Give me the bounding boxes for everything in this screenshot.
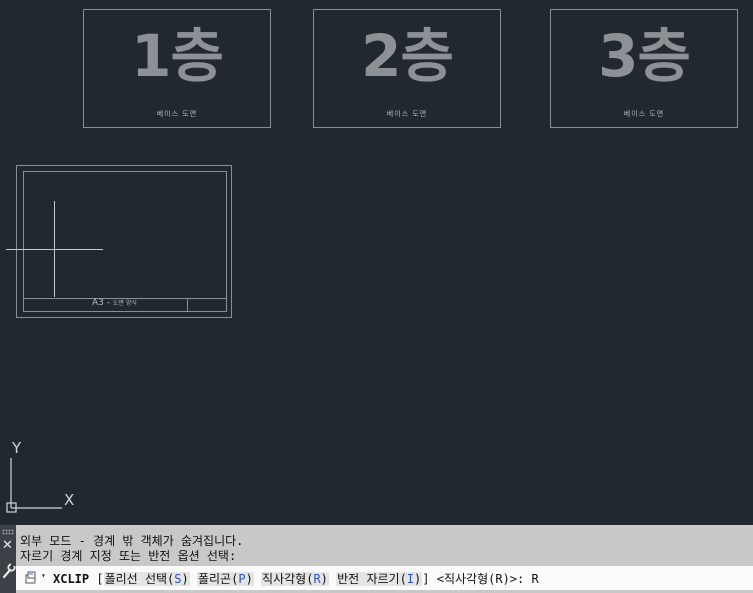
history-line: 외부 모드 - 경계 밖 객체가 숨겨집니다. [20, 534, 244, 548]
wrench-icon[interactable] [1, 562, 16, 579]
ucs-y-label: Y [11, 439, 22, 457]
sheet-caption: 베이스 도면 [623, 110, 665, 118]
option-key: R [313, 572, 321, 586]
option-invert-clip[interactable]: 반전 자르기(I) [336, 572, 423, 586]
sheet-title: 3층 [598, 22, 691, 90]
title-sub: 도면 양식 [112, 300, 137, 307]
history-line: 자르기 경계 지정 또는 반전 옵션 선택: [20, 549, 237, 563]
sheet-floor-1[interactable]: 1층 베이스 도면 [83, 9, 271, 128]
command-line[interactable]: ▾ XCLIP [폴리선 선택(S) 폴리곤(P) 직사각형(R) 반전 자르기… [16, 566, 753, 590]
layout-sheet-frame[interactable]: A3 - 도면 양식 [16, 165, 232, 318]
drawing-canvas[interactable]: 1층 베이스 도면 2층 베이스 도면 3층 베이스 도면 A3 - 도면 양식… [0, 0, 753, 525]
option-label: 폴리곤 [197, 572, 232, 586]
typed-input: R [531, 572, 539, 586]
sheet-title: 1층 [131, 22, 224, 90]
chevron-down-icon[interactable]: ▾ [41, 571, 46, 580]
sheet-floor-2[interactable]: 2층 베이스 도면 [313, 9, 501, 128]
option-polygon[interactable]: 폴리곤(P) [196, 572, 254, 586]
option-key: S [174, 572, 182, 586]
bracket-close: ] [422, 572, 430, 586]
crosshair-vertical [54, 201, 55, 297]
command-input[interactable]: XCLIP [폴리선 선택(S) 폴리곤(P) 직사각형(R) 반전 자르기(I… [53, 570, 539, 587]
command-history: 외부 모드 - 경계 밖 객체가 숨겨집니다. 자르기 경계 지정 또는 반전 옵… [20, 534, 243, 564]
title-block-text: A3 - 도면 양식 [92, 298, 137, 308]
sheet-title: 2층 [361, 22, 454, 90]
option-label: 직사각형 [262, 572, 307, 586]
title-main: A3 - [92, 298, 110, 308]
option-key: P [238, 572, 246, 586]
command-name: XCLIP [53, 572, 90, 586]
option-rectangle[interactable]: 직사각형(R) [261, 572, 329, 586]
sheet-caption: 베이스 도면 [386, 110, 428, 118]
option-select-polyline[interactable]: 폴리선 선택(S) [103, 572, 190, 586]
bracket-open: [ [96, 572, 104, 586]
command-prompt-icon[interactable] [24, 570, 38, 584]
option-key: I [406, 572, 415, 586]
sheet-floor-3[interactable]: 3층 베이스 도면 [550, 9, 738, 128]
grip-icon[interactable] [2, 529, 14, 535]
command-window: ✕ 외부 모드 - 경계 밖 객체가 숨겨집니다. 자르기 경계 지정 또는 반전… [0, 525, 753, 593]
command-window-handle[interactable]: ✕ [0, 525, 16, 593]
option-label: 반전 자르기 [337, 572, 400, 586]
sheet-caption: 베이스 도면 [156, 110, 198, 118]
title-block: A3 - 도면 양식 [24, 298, 226, 311]
default-option: <직사각형(R)>: [436, 572, 525, 586]
ucs-icon: Y X [6, 439, 74, 513]
title-block-divider [187, 299, 188, 311]
ucs-x-label: X [64, 491, 74, 509]
close-icon[interactable]: ✕ [2, 539, 13, 553]
option-label: 폴리선 선택 [104, 572, 168, 586]
